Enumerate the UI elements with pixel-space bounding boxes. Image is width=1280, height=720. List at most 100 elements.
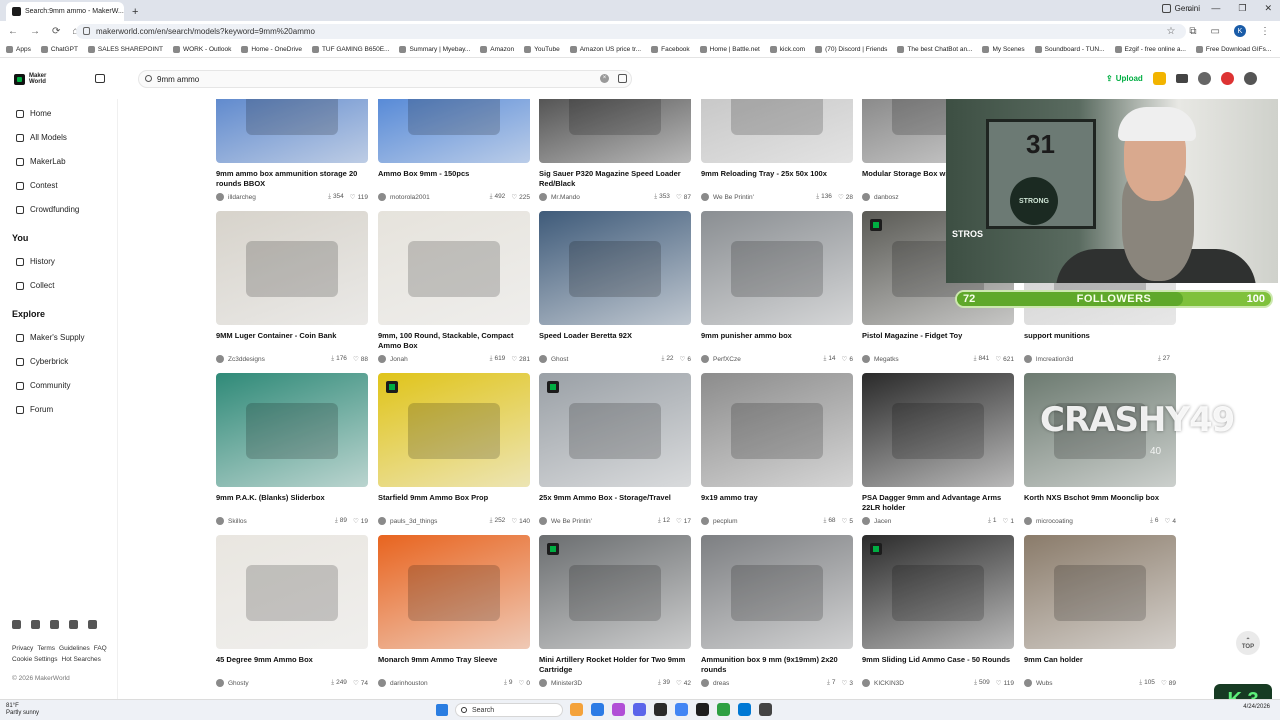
sidebar-item-cyberbrick[interactable]: Cyberbrick [16,357,68,366]
author-name[interactable]: lmcreation3d [1036,356,1152,363]
new-tab-button[interactable]: + [132,6,138,18]
model-thumbnail[interactable] [539,211,691,325]
site-info-icon[interactable] [83,27,90,35]
author-avatar[interactable] [539,679,547,687]
bookmark-item[interactable]: (70) Discord | Friends [815,46,887,53]
start-button-icon[interactable] [436,704,448,716]
author-avatar[interactable] [216,355,224,363]
kick-app-icon[interactable] [717,703,730,716]
sidebar-item-makerlab[interactable]: MakerLab [16,157,66,166]
model-title[interactable]: Ammo Box 9mm - 150pcs [378,169,530,179]
extensions-icon[interactable]: ⧉ [1189,26,1196,37]
sidebar-item-forum[interactable]: Forum [16,405,53,414]
bookmark-item[interactable]: Facebook [651,46,690,53]
model-title[interactable]: Sig Sauer P320 Magazine Speed Loader Red… [539,169,691,189]
model-card[interactable]: Sig Sauer P320 Magazine Speed Loader Red… [539,99,691,201]
author-name[interactable]: microcoating [1036,518,1144,525]
author-avatar[interactable] [1024,517,1032,525]
bookmark-item[interactable]: SALES SHAREPOINT [87,46,163,53]
model-card[interactable]: Monarch 9mm Ammo Tray Sleeve darinhouston… [378,535,530,687]
bookmark-item[interactable]: Free Download GIFs... [1195,46,1271,53]
model-title[interactable]: 9x19 ammo tray [701,493,853,503]
bookmark-item[interactable]: ChatGPT [40,46,78,53]
guidelines-link[interactable]: Guidelines [59,645,90,652]
explorer-app-icon[interactable] [591,703,604,716]
model-title[interactable]: Starfield 9mm Ammo Box Prop [378,493,530,503]
image-search-icon[interactable] [618,74,627,83]
browser-tab[interactable]: Search:9mm ammo - MakerW... × [6,2,124,21]
model-title[interactable]: 9mm Reloading Tray - 25x 50x 100x [701,169,853,179]
model-thumbnail[interactable] [701,99,853,163]
x-twitter-icon[interactable] [69,620,78,629]
upload-button[interactable]: ⇪ Upload [1106,74,1143,83]
model-card[interactable]: 9x19 ammo tray pecplum 68 5 [701,373,853,525]
taskbar-search[interactable]: Search [455,703,563,717]
model-thumbnail[interactable] [216,211,368,325]
model-thumbnail[interactable] [862,373,1014,487]
profile-avatar[interactable]: K [1234,25,1246,37]
model-card[interactable]: PSA Dagger 9mm and Advantage Arms 22LR h… [862,373,1014,525]
model-thumbnail[interactable] [216,373,368,487]
model-title[interactable]: 9mm ammo box ammunition storage 20 round… [216,169,368,189]
bookmark-item[interactable]: YouTube [524,46,560,53]
model-card[interactable]: 9mm, 100 Round, Stackable, Compact Ammo … [378,211,530,363]
chrome-app-icon[interactable] [675,703,688,716]
cart-icon[interactable] [1175,74,1188,83]
weather-widget[interactable]: 81°F Partly sunny [6,703,39,717]
model-thumbnail[interactable] [1024,535,1176,649]
author-name[interactable]: We Be Printin' [551,518,652,525]
author-avatar[interactable] [862,679,870,687]
author-name[interactable]: darinhouston [390,680,498,687]
model-card[interactable]: 9mm Can holder Wubs 105 89 [1024,535,1176,687]
model-title[interactable]: 9mm Sliding Lid Ammo Case - 50 Rounds [862,655,1014,665]
obs-app-icon[interactable] [654,703,667,716]
model-title[interactable]: 9MM Luger Container - Coin Bank [216,331,368,341]
bookmark-item[interactable]: My Scenes [982,46,1025,53]
author-name[interactable]: Megatks [874,356,968,363]
author-name[interactable]: Wubs [1036,680,1133,687]
author-avatar[interactable] [539,355,547,363]
sidebar-item-community[interactable]: Community [16,381,70,390]
tiktok-icon[interactable] [88,620,97,629]
notifications-icon[interactable] [1220,72,1234,85]
model-thumbnail[interactable] [378,373,530,487]
model-thumbnail[interactable] [378,211,530,325]
search-input[interactable]: 9mm ammo × [138,70,632,88]
tab-search-icon[interactable]: ⌄ [1186,3,1194,14]
instagram-icon[interactable] [31,620,40,629]
bookmark-item[interactable]: Amazon US price tr... [569,46,641,53]
author-name[interactable]: Skillos [228,518,329,525]
bookmark-item[interactable]: kick.com [769,46,805,53]
author-avatar[interactable] [539,517,547,525]
author-avatar[interactable] [862,193,870,201]
model-title[interactable]: 9mm, 100 Round, Stackable, Compact Ammo … [378,331,530,351]
bookmark-item[interactable]: Home | Battle.net [699,46,760,53]
author-name[interactable]: pecplum [713,518,817,525]
sidebar-item-home[interactable]: Home [16,109,51,118]
author-avatar[interactable] [378,193,386,201]
model-title[interactable]: 9mm punisher ammo box [701,331,853,341]
steam-app-icon[interactable] [759,703,772,716]
author-name[interactable]: We Be Printin' [713,194,810,201]
model-title[interactable]: Mini Artillery Rocket Holder for Two 9mm… [539,655,691,675]
language-globe-icon[interactable] [1197,72,1211,85]
bookmark-item[interactable]: Amazon [480,46,514,53]
bookmark-item[interactable]: TUF GAMING B650E... [311,46,389,53]
model-card[interactable]: Ammo Box 9mm - 150pcs motorola2001 492 225 [378,99,530,201]
back-icon[interactable]: ← [8,26,18,37]
bookmark-item[interactable]: Summary | Myebay... [399,46,470,53]
hot-searches-link[interactable]: Hot Searches [62,656,101,663]
bookmark-item[interactable]: Home - OneDrive [241,46,302,53]
model-thumbnail[interactable] [539,99,691,163]
bookmark-item[interactable]: The best ChatBot an... [897,46,972,53]
model-thumbnail[interactable] [701,535,853,649]
model-card[interactable]: 45 Degree 9mm Ammo Box Ghosty 249 74 [216,535,368,687]
model-card[interactable]: Mini Artillery Rocket Holder for Two 9mm… [539,535,691,687]
author-avatar[interactable] [216,517,224,525]
author-avatar[interactable] [862,355,870,363]
author-avatar[interactable] [701,193,709,201]
author-avatar[interactable] [701,679,709,687]
author-avatar[interactable] [1024,679,1032,687]
sidebar-item-all-models[interactable]: All Models [16,133,67,142]
model-card[interactable]: 9MM Luger Container - Coin Bank Zc3ddesig… [216,211,368,363]
